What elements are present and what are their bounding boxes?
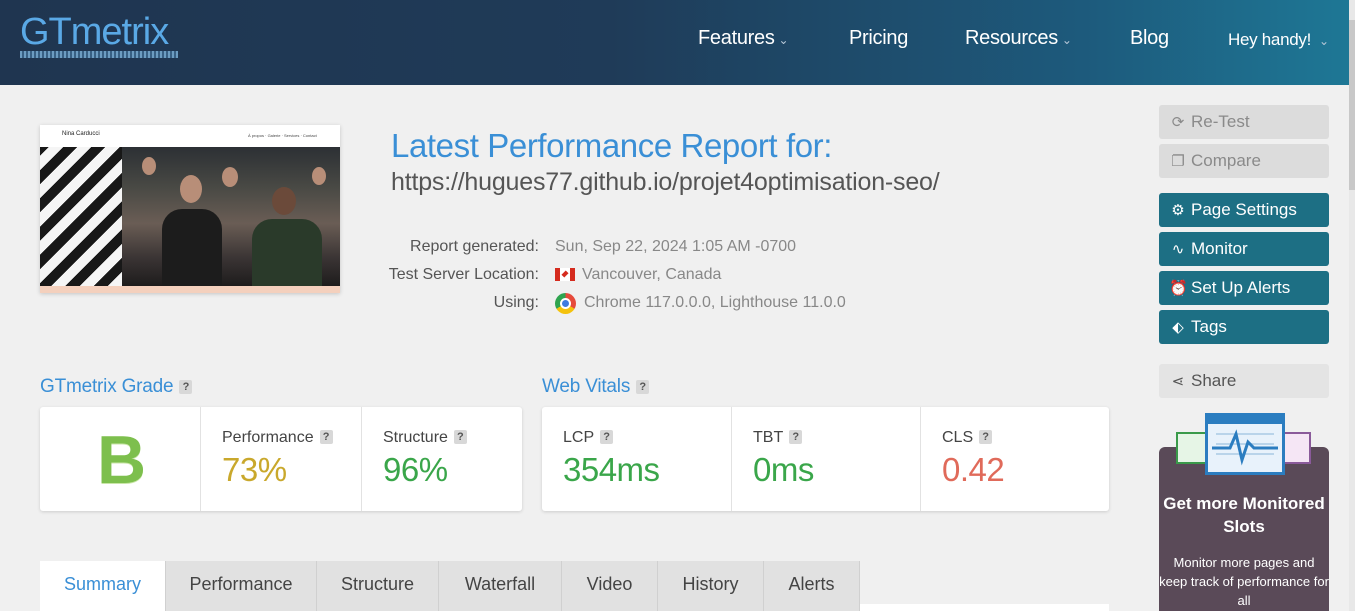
cls-cell: CLS? 0.42	[920, 407, 1109, 511]
performance-value: 73%	[222, 451, 287, 488]
tags-button[interactable]: ⬖ Tags	[1159, 310, 1329, 344]
tab-video[interactable]: Video	[562, 561, 658, 611]
top-header: GTmetrix Features ⌄ Pricing Resources ⌄ Bl…	[0, 0, 1355, 85]
lcp-value: 354ms	[563, 451, 660, 488]
logo-underline	[20, 51, 178, 58]
nav-blog[interactable]: Blog	[1130, 26, 1169, 50]
scrollbar-thumb[interactable]	[1349, 20, 1355, 190]
grade-card: B Performance? 73% Structure? 96%	[40, 407, 522, 511]
user-menu[interactable]: Hey handy! ⌄	[1228, 28, 1329, 53]
monitor-chart-icon	[1205, 413, 1285, 475]
report-generated-label: Report generated:	[410, 238, 539, 255]
compare-button[interactable]: ❐ Compare	[1159, 144, 1329, 178]
mini-chart-icon	[1176, 432, 1208, 464]
tbt-value: 0ms	[753, 451, 814, 488]
share-label: Share	[1191, 371, 1237, 390]
thumbnail-site-name: Nina Carducci	[62, 131, 100, 137]
server-location-value: Vancouver, Canada	[582, 266, 722, 283]
canada-flag-icon	[555, 268, 575, 281]
tab-waterfall[interactable]: Waterfall	[439, 561, 562, 611]
tab-structure[interactable]: Structure	[317, 561, 439, 611]
server-location-label: Test Server Location:	[388, 266, 539, 283]
nav-pricing[interactable]: Pricing	[849, 26, 908, 50]
help-icon[interactable]: ?	[636, 380, 650, 394]
copy-icon: ❐	[1171, 153, 1185, 170]
nav-resources[interactable]: Resources ⌄	[965, 26, 1072, 52]
grade-heading-label: GTmetrix Grade	[40, 376, 174, 397]
report-generated-value: Sun, Sep 22, 2024 1:05 AM -0700	[555, 238, 797, 255]
tab-summary[interactable]: Summary	[40, 561, 166, 611]
thumbnail-footer-strip	[40, 286, 340, 293]
grade-letter: B	[97, 422, 147, 498]
help-icon[interactable]: ?	[600, 430, 614, 444]
page-screenshot-thumbnail[interactable]: Nina Carducci À propos · Galerie · Servi…	[40, 125, 340, 293]
lcp-label: LCP?	[563, 429, 614, 447]
help-icon[interactable]: ?	[979, 430, 993, 444]
monitor-label: Monitor	[1191, 239, 1248, 258]
grade-letter-cell: B	[40, 407, 200, 511]
chrome-icon	[555, 293, 576, 314]
help-icon[interactable]: ?	[453, 430, 467, 444]
nav-blog-label: Blog	[1130, 27, 1169, 49]
vitals-heading-label: Web Vitals	[542, 376, 631, 397]
promo-title: Get more Monitored Slots	[1163, 494, 1325, 536]
nav-pricing-label: Pricing	[849, 27, 909, 49]
gear-icon: ⚙	[1171, 202, 1185, 219]
thumbnail-stripes	[40, 147, 122, 286]
structure-label: Structure?	[383, 429, 467, 447]
structure-value: 96%	[383, 451, 448, 488]
retest-button[interactable]: ⟳ Re-Test	[1159, 105, 1329, 139]
lcp-cell: LCP? 354ms	[542, 407, 731, 511]
tags-label: Tags	[1191, 317, 1227, 336]
thumbnail-site-nav: À propos · Galerie · Services · Contact	[248, 133, 317, 138]
cls-value: 0.42	[942, 451, 1005, 488]
nav-features[interactable]: Features ⌄	[698, 26, 789, 52]
structure-cell: Structure? 96%	[361, 407, 522, 511]
page-settings-label: Page Settings	[1191, 200, 1297, 219]
mini-chart-icon	[1283, 432, 1311, 464]
web-vitals-heading: Web Vitals?	[542, 376, 650, 398]
chevron-down-icon: ⌄	[1061, 33, 1072, 47]
retest-label: Re-Test	[1191, 112, 1250, 131]
report-title: Latest Performance Report for:	[391, 127, 833, 164]
help-icon[interactable]: ?	[319, 430, 333, 444]
set-up-alerts-label: Set Up Alerts	[1191, 278, 1291, 297]
report-url[interactable]: https://hugues77.github.io/projet4optimi…	[391, 168, 940, 197]
gtmetrix-grade-heading: GTmetrix Grade?	[40, 376, 193, 398]
using-value: Chrome 117.0.0.0, Lighthouse 11.0.0	[584, 294, 846, 311]
nav-resources-label: Resources	[965, 27, 1058, 49]
nav-features-label: Features	[698, 27, 775, 49]
tab-performance[interactable]: Performance	[166, 561, 317, 611]
monitor-button[interactable]: ∿ Monitor	[1159, 232, 1329, 266]
set-up-alerts-button[interactable]: ⏰ Set Up Alerts	[1159, 271, 1329, 305]
tag-icon: ⬖	[1172, 319, 1184, 336]
tab-history[interactable]: History	[658, 561, 764, 611]
chevron-down-icon: ⌄	[778, 33, 789, 47]
refresh-icon: ⟳	[1171, 114, 1185, 131]
cls-label: CLS?	[942, 429, 993, 447]
performance-label: Performance?	[222, 429, 333, 447]
gtmetrix-logo[interactable]: GTmetrix	[20, 12, 169, 52]
page-scrollbar[interactable]	[1349, 0, 1355, 611]
tbt-label: TBT?	[753, 429, 803, 447]
compare-label: Compare	[1191, 151, 1261, 170]
thumbnail-site-header: Nina Carducci À propos · Galerie · Servi…	[40, 125, 340, 147]
page-settings-button[interactable]: ⚙ Page Settings	[1159, 193, 1329, 227]
chevron-down-icon: ⌄	[1319, 34, 1329, 48]
using-label: Using:	[493, 294, 539, 311]
thumbnail-concert-photo	[122, 147, 340, 286]
performance-cell: Performance? 73%	[200, 407, 361, 511]
help-icon[interactable]: ?	[789, 430, 803, 444]
help-icon[interactable]: ?	[179, 380, 193, 394]
tbt-cell: TBT? 0ms	[731, 407, 920, 511]
web-vitals-card: LCP? 354ms TBT? 0ms CLS? 0.42	[542, 407, 1109, 511]
share-icon: ⋖	[1171, 373, 1185, 390]
alarm-icon: ⏰	[1169, 280, 1188, 297]
user-greeting: Hey handy!	[1228, 30, 1311, 49]
share-button[interactable]: ⋖ Share	[1159, 364, 1329, 398]
promo-text: Monitor more pages and keep track of per…	[1159, 555, 1329, 608]
tab-alerts[interactable]: Alerts	[764, 561, 860, 611]
pulse-icon: ∿	[1171, 241, 1185, 258]
